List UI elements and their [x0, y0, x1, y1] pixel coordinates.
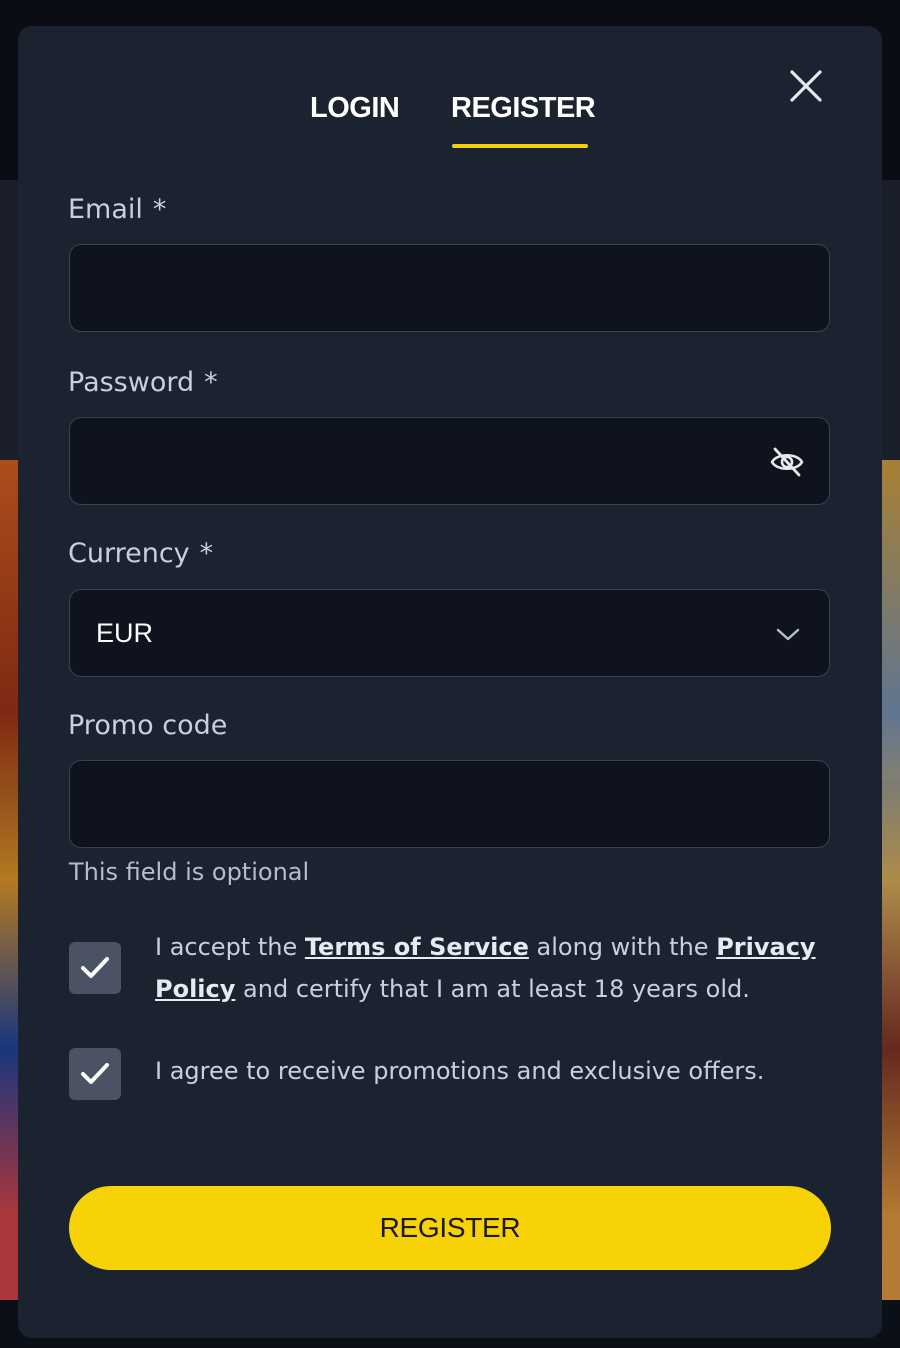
- toggle-password-visibility-button[interactable]: [769, 444, 805, 480]
- promo-code-label-text: Promo code: [68, 710, 228, 741]
- chevron-down-icon: [776, 628, 800, 641]
- register-button[interactable]: REGISTER: [69, 1186, 831, 1270]
- close-button[interactable]: [786, 66, 826, 106]
- password-field[interactable]: [70, 418, 829, 504]
- terms-text-middle: along with the: [528, 933, 717, 961]
- background-game-thumbnails-right: [880, 460, 900, 1300]
- required-mark: *: [199, 538, 214, 569]
- tab-login[interactable]: LOGIN: [310, 92, 400, 125]
- required-mark: *: [204, 367, 218, 398]
- auth-tabs: LOGIN REGISTER: [18, 92, 882, 152]
- checkmark-icon: [81, 1063, 109, 1084]
- currency-selected-value: EUR: [96, 618, 154, 648]
- close-icon: [790, 70, 822, 102]
- terms-text-after: and certify that I am at least 18 years …: [235, 975, 750, 1003]
- email-label-text: Email: [68, 194, 143, 225]
- register-modal: LOGIN REGISTER Email * Password * Currency…: [18, 26, 882, 1338]
- currency-label-text: Currency: [68, 538, 190, 569]
- promotions-consent-row: I agree to receive promotions and exclus…: [69, 1048, 839, 1104]
- checkmark-icon: [81, 957, 109, 978]
- password-field-box: [69, 417, 830, 505]
- terms-text-before: I accept the: [155, 933, 305, 961]
- promotions-checkbox[interactable]: [69, 1048, 121, 1100]
- password-label: Password *: [68, 367, 218, 398]
- active-tab-indicator: [452, 144, 588, 148]
- email-field-box: [69, 244, 830, 332]
- promo-code-label: Promo code: [68, 710, 227, 741]
- terms-consent-text: I accept the Terms of Service along with…: [155, 926, 835, 1010]
- terms-of-service-link[interactable]: Terms of Service: [305, 933, 529, 961]
- currency-select[interactable]: EUR: [69, 589, 830, 677]
- promo-code-hint: This field is optional: [69, 858, 310, 886]
- currency-label: Currency *: [68, 538, 213, 569]
- promo-code-field[interactable]: [70, 761, 829, 847]
- promotions-consent-text: I agree to receive promotions and exclus…: [155, 1057, 765, 1085]
- email-field[interactable]: [70, 245, 829, 331]
- terms-checkbox[interactable]: [69, 942, 121, 994]
- terms-consent-row: I accept the Terms of Service along with…: [69, 926, 839, 1016]
- promo-code-field-box: [69, 760, 830, 848]
- password-label-text: Password: [68, 367, 195, 398]
- tab-register[interactable]: REGISTER: [451, 92, 596, 125]
- eye-off-icon: [770, 447, 804, 477]
- required-mark: *: [152, 194, 167, 225]
- email-label: Email *: [68, 194, 166, 225]
